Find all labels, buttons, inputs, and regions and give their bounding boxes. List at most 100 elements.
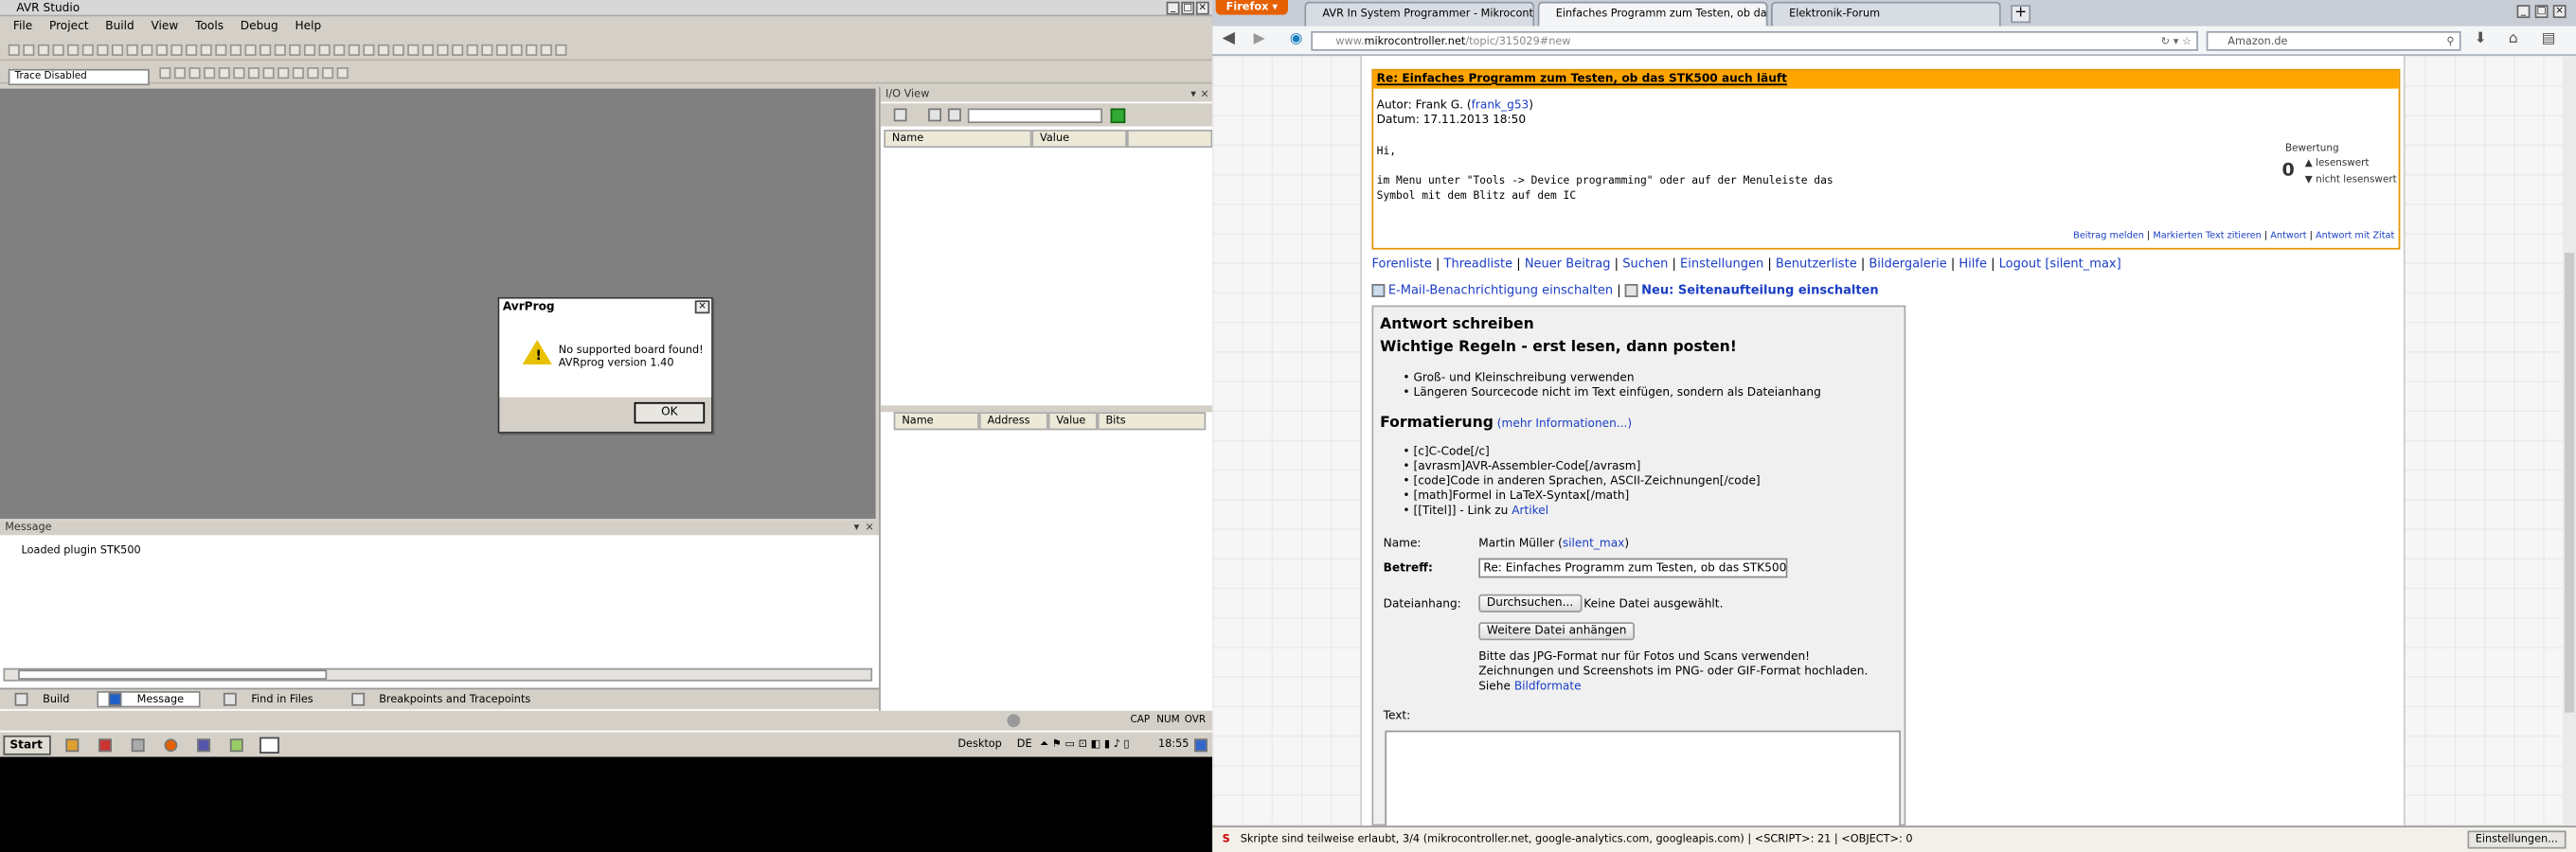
comment-icon[interactable] xyxy=(229,44,242,56)
build-icon[interactable] xyxy=(259,44,272,56)
settings-button[interactable]: Einstellungen... xyxy=(2467,830,2567,849)
back-icon[interactable]: ◀ xyxy=(1223,29,1235,47)
app-icon[interactable] xyxy=(98,738,112,753)
save-icon[interactable] xyxy=(37,44,50,56)
trace-mode-select[interactable]: Trace Disabled xyxy=(8,68,150,86)
noscript-icon[interactable]: S xyxy=(1223,827,1230,852)
image-formats-link[interactable]: Bildformate xyxy=(1514,680,1582,693)
col-value[interactable]: Value xyxy=(1031,129,1127,149)
report-post-link[interactable]: Beitrag melden xyxy=(2073,232,2144,241)
menu-help[interactable]: Help xyxy=(295,20,321,33)
layout-link[interactable]: Neu: Seitenaufteilung einschalten xyxy=(1641,282,1879,297)
show-desktop-icon[interactable] xyxy=(1194,738,1208,753)
subject-input[interactable]: Re: Einfaches Programm zum Testen, ob da… xyxy=(1478,558,1788,578)
align-icon[interactable] xyxy=(321,67,334,80)
find-icon[interactable] xyxy=(155,44,168,56)
watch-icon[interactable] xyxy=(466,44,478,56)
article-link[interactable]: Artikel xyxy=(1512,504,1548,517)
nav-forenliste[interactable]: Forenliste xyxy=(1371,257,1431,272)
step-into-icon[interactable] xyxy=(407,44,420,56)
list-view-icon[interactable] xyxy=(947,108,961,122)
tree-view-icon[interactable] xyxy=(928,108,941,122)
reload-icon[interactable]: ↻ ▾ ☆ xyxy=(2161,33,2191,49)
processor-icon[interactable] xyxy=(510,44,523,56)
forward-icon[interactable]: ▶ xyxy=(1254,31,1265,47)
reply-link[interactable]: Antwort xyxy=(2270,232,2306,241)
ff-minimize-button[interactable]: _ xyxy=(2516,5,2531,19)
tab-breakpoints[interactable]: Breakpoints and Tracepoints xyxy=(341,692,546,706)
run-icon[interactable] xyxy=(348,44,360,56)
pin-icon[interactable]: ▾ xyxy=(854,521,860,536)
text-area[interactable] xyxy=(1385,730,1902,826)
register-icon[interactable] xyxy=(495,44,509,56)
url-bar[interactable]: www.mikrocontroller.net/topic/315029#new… xyxy=(1311,30,2199,51)
pin-icon[interactable]: ▾ xyxy=(1190,87,1196,102)
vote-up[interactable]: ▲ lesenswert xyxy=(2305,157,2370,169)
firefox-icon[interactable] xyxy=(164,738,178,753)
post-subject-link[interactable]: Re: Einfaches Programm zum Testen, ob da… xyxy=(1377,72,1787,85)
ok-button[interactable]: OK xyxy=(634,401,706,424)
app2-icon[interactable] xyxy=(197,738,211,753)
copy-icon[interactable] xyxy=(97,44,109,56)
reg-col-name[interactable]: Name xyxy=(893,412,979,431)
menu-build[interactable]: Build xyxy=(105,20,134,33)
desktop-toolbar[interactable]: Desktop xyxy=(957,732,1002,756)
reg-col-bits[interactable]: Bits xyxy=(1097,412,1207,431)
site-identity-icon[interactable]: ◉ xyxy=(1290,31,1303,47)
maximize-button[interactable]: □ xyxy=(1181,1,1195,15)
vote-down[interactable]: ▼ nicht lesenswert xyxy=(2305,174,2397,186)
nav-suchen[interactable]: Suchen xyxy=(1622,257,1668,272)
open-file-icon[interactable] xyxy=(23,44,35,56)
browse-button[interactable]: Durchsuchen... xyxy=(1478,594,1582,612)
uncomment-icon[interactable] xyxy=(244,44,257,56)
new-tab-button[interactable]: + xyxy=(2011,5,2031,24)
tab-elektronik-forum[interactable]: Elektronik-Forum xyxy=(1770,1,2001,27)
firefox-menu-button[interactable]: Firefox ▾ xyxy=(1215,0,1288,15)
binary-view-icon[interactable] xyxy=(262,67,275,80)
minimize-button[interactable]: _ xyxy=(1166,1,1180,15)
undo-icon[interactable] xyxy=(126,44,138,56)
clear-breakpoints-icon[interactable] xyxy=(555,44,567,56)
replace-icon[interactable] xyxy=(170,44,183,56)
filter-icon[interactable] xyxy=(893,108,907,122)
nav-bildergalerie[interactable]: Bildergalerie xyxy=(1869,257,1946,272)
download-icon[interactable]: ⬇ xyxy=(2474,31,2486,47)
scrollbar-thumb[interactable] xyxy=(18,669,328,680)
menu-view[interactable]: View xyxy=(152,20,179,33)
close-icon[interactable]: × xyxy=(865,521,873,536)
start-button[interactable]: Start xyxy=(3,735,51,755)
outdent-icon[interactable] xyxy=(215,44,227,56)
toggle-breakpoint-icon[interactable] xyxy=(540,44,552,56)
document-icon[interactable] xyxy=(131,738,145,753)
menu-icon[interactable]: ▤ xyxy=(2542,31,2556,47)
search-bar[interactable]: Amazon.de ⚲ xyxy=(2206,30,2461,51)
search-icon[interactable]: ⚲ xyxy=(2446,33,2454,49)
menu-project[interactable]: Project xyxy=(49,20,89,33)
reg-col-address[interactable]: Address xyxy=(978,412,1048,431)
indent-icon[interactable] xyxy=(200,44,212,56)
close-icon[interactable]: × xyxy=(1200,87,1208,102)
ff-close-button[interactable]: × xyxy=(2552,5,2567,19)
tab-avr-isp[interactable]: AVR In System Programmer - Mikrocontro..… xyxy=(1304,1,1535,27)
disassembler-icon[interactable] xyxy=(526,44,538,56)
cursor-icon[interactable] xyxy=(307,67,319,80)
home-icon[interactable]: ⌂ xyxy=(2509,31,2518,47)
run-to-cursor-icon[interactable] xyxy=(452,44,464,56)
connect-icon[interactable] xyxy=(318,44,331,56)
avr-studio-task-icon[interactable] xyxy=(259,737,279,754)
debug-start-icon[interactable] xyxy=(333,44,346,56)
reg-col-value[interactable]: Value xyxy=(1047,412,1098,431)
print-icon[interactable] xyxy=(67,44,80,56)
io-search-input[interactable] xyxy=(967,108,1102,124)
paste-icon[interactable] xyxy=(111,44,124,56)
trace-down-icon[interactable] xyxy=(247,67,260,80)
page-scrollbar-thumb[interactable] xyxy=(2564,253,2575,713)
col-name[interactable]: Name xyxy=(884,129,1032,149)
language-indicator[interactable]: DE xyxy=(1017,732,1032,756)
trace-step-icon[interactable] xyxy=(173,67,187,80)
break-icon[interactable] xyxy=(363,44,375,56)
tab-message[interactable]: Message xyxy=(98,691,201,708)
dec-view-icon[interactable] xyxy=(292,67,304,80)
ff-maximize-button[interactable]: □ xyxy=(2534,5,2549,19)
trace-up-icon[interactable] xyxy=(233,67,245,80)
